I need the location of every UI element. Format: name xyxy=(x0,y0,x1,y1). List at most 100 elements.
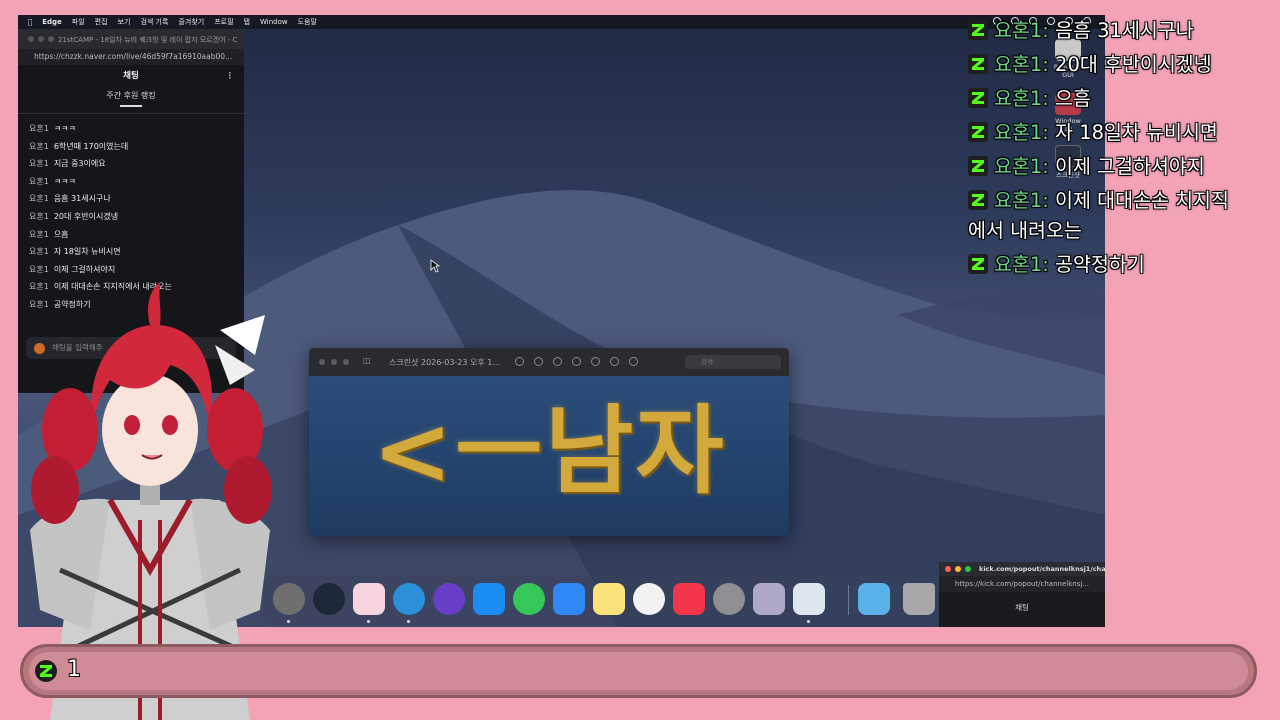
overlay-message: 요혼1: 20대 후반이시겠넹 xyxy=(968,48,1212,77)
system-settings-icon[interactable] xyxy=(713,583,745,615)
address-bar[interactable]: https://chzzk.naver.com/live/46d59f7a169… xyxy=(18,49,244,65)
markup-icon[interactable] xyxy=(591,357,600,366)
menu-history[interactable]: 검색 기록 xyxy=(140,17,168,27)
menu-tab[interactable]: 탭 xyxy=(244,17,250,27)
overlay-nick: 요혼1: xyxy=(994,155,1049,178)
rotate-icon[interactable] xyxy=(610,357,619,366)
chat-text: 지금 중3이에요 xyxy=(53,159,106,169)
running-indicator xyxy=(407,620,410,623)
chat-nick[interactable]: 요혼1 xyxy=(29,230,49,239)
tab-title[interactable]: 21stCAMP - 18일차 뉴비 퀘크방 및 레이 팝지 모르겠어 - C.… xyxy=(58,35,238,45)
close-button[interactable] xyxy=(28,36,34,42)
info-icon[interactable] xyxy=(515,357,524,366)
overlay-text: 이제 대대손손 치지직 xyxy=(1048,189,1229,212)
close-button[interactable] xyxy=(319,359,325,365)
chat-nick[interactable]: 요혼1 xyxy=(29,142,49,151)
menu-favorites[interactable]: 즐겨찾기 xyxy=(178,17,204,27)
annotate-icon[interactable] xyxy=(629,357,638,366)
zoom-in-icon[interactable] xyxy=(553,357,562,366)
kick-chat-window: kick.com/popout/channelknsj1/cha https:/… xyxy=(939,562,1105,627)
overlay-nick: 요혼1: xyxy=(994,53,1049,76)
image-viewer-window: ◫ 스크린샷 2026-03-23 오후 1... 검색 <ㅡ남자 xyxy=(309,348,789,536)
bottom-chat-bar: 1 xyxy=(20,644,1257,698)
steam-icon[interactable] xyxy=(313,583,345,615)
menu-profile[interactable]: 프로필 xyxy=(214,17,233,27)
minimize-button[interactable] xyxy=(331,359,337,365)
share-icon[interactable] xyxy=(572,357,581,366)
menu-edit[interactable]: 편집 xyxy=(95,17,108,27)
menu-help[interactable]: 도움말 xyxy=(298,17,317,27)
viewer-search-input[interactable]: 검색 xyxy=(685,355,781,369)
minimize-button[interactable] xyxy=(955,566,961,572)
chat-text: 6학년때 170이였는데 xyxy=(53,141,129,151)
notes-icon[interactable] xyxy=(593,583,625,615)
overlay-message: 요혼1: 으흠 xyxy=(968,82,1091,111)
viewer-title: 스크린샷 2026-03-23 오후 1... xyxy=(389,358,500,367)
chat-message: 요혼1 ㅋㅋㅋ xyxy=(29,120,244,138)
window-titlebar: kick.com/popout/channelknsj1/cha xyxy=(939,562,1105,576)
chat-nick[interactable]: 요혼1 xyxy=(29,247,49,256)
more-options-icon[interactable]: ⋮ xyxy=(226,65,235,87)
search-placeholder: 검색 xyxy=(701,358,713,366)
overlay-message: 요혼1: 음흠 31세시구나 xyxy=(968,14,1194,43)
overlay-text: 자 18일차 뉴비시면 xyxy=(1048,121,1218,144)
music-icon[interactable] xyxy=(673,583,705,615)
kick-window-title: kick.com/popout/channelknsj1/cha xyxy=(979,565,1105,573)
address-bar[interactable]: https://kick.com/popout/channelknsj... xyxy=(939,576,1105,592)
sidebar-icon[interactable]: ◫ xyxy=(363,356,371,365)
launchpad-icon[interactable] xyxy=(753,583,785,615)
overlay-text: 20대 후반이시겠넹 xyxy=(1048,53,1212,76)
running-indicator xyxy=(807,620,810,623)
overlay-text: 으흠 xyxy=(1048,87,1091,110)
chat-nick[interactable]: 요혼1 xyxy=(29,124,49,133)
preview-icon[interactable] xyxy=(793,583,825,615)
overlay-nick: 요혼1: xyxy=(994,19,1049,42)
mail-icon[interactable] xyxy=(553,583,585,615)
minimize-button[interactable] xyxy=(38,36,44,42)
zoom-button[interactable] xyxy=(48,36,54,42)
tab-weekly-donation-ranking[interactable]: 주간 후원 랭킹 xyxy=(18,87,244,105)
trash-icon[interactable] xyxy=(903,583,935,615)
dock xyxy=(263,575,943,625)
bottom-chat-text: 1 xyxy=(67,657,81,682)
chat-nick[interactable]: 요혼1 xyxy=(29,194,49,203)
chat-nick[interactable]: 요혼1 xyxy=(29,159,49,168)
overlay-message: 요혼1: 이제 그걸하셔야지 xyxy=(968,150,1205,179)
menu-window[interactable]: Window xyxy=(260,18,288,26)
kick-badge-icon xyxy=(968,156,988,176)
downloads-folder-icon[interactable] xyxy=(858,583,890,615)
app-store-icon[interactable] xyxy=(473,583,505,615)
menu-view[interactable]: 보기 xyxy=(118,17,131,27)
chat-text: ㅋㅋㅋ xyxy=(53,124,76,133)
viewer-toolbar xyxy=(515,357,638,366)
zoom-button[interactable] xyxy=(965,566,971,572)
kick-chat-label: 채팅 xyxy=(1015,603,1029,612)
chat-nick[interactable]: 요혼1 xyxy=(29,177,49,186)
kick-badge-icon xyxy=(968,122,988,142)
apple-icon[interactable]:  xyxy=(28,18,32,26)
tab-underline xyxy=(120,105,142,107)
screenshot-image: <ㅡ남자 xyxy=(309,376,789,536)
edge-icon[interactable] xyxy=(393,583,425,615)
image-caption: <ㅡ남자 xyxy=(372,394,726,507)
close-button[interactable] xyxy=(945,566,951,572)
messages-icon[interactable] xyxy=(513,583,545,615)
overlay-nick: 요혼1: xyxy=(994,87,1049,110)
app-purple-icon[interactable] xyxy=(433,583,465,615)
chat-text: 음흠 31세시구나 xyxy=(53,194,111,204)
zoom-out-icon[interactable] xyxy=(534,357,543,366)
kick-badge-icon xyxy=(968,254,988,274)
bottom-chat-bar-inner xyxy=(29,652,1248,690)
app-pink-icon[interactable] xyxy=(353,583,385,615)
dock-divider xyxy=(848,585,849,615)
photos-icon[interactable] xyxy=(633,583,665,615)
menu-bar:  Edge 파일 편집 보기 검색 기록 즐겨찾기 프로필 탭 Window … xyxy=(18,15,1105,29)
chat-nick[interactable]: 요혼1 xyxy=(29,212,49,221)
zoom-button[interactable] xyxy=(343,359,349,365)
overlay-message-continued: 에서 내려오는 xyxy=(968,214,1082,243)
menu-file[interactable]: 파일 xyxy=(72,17,85,27)
menu-edge[interactable]: Edge xyxy=(42,18,62,26)
chat-text: 20대 후반이시겠넹 xyxy=(53,211,119,221)
kick-badge-icon xyxy=(35,660,57,682)
chat-message: 요혼1 으흠 xyxy=(29,226,244,244)
